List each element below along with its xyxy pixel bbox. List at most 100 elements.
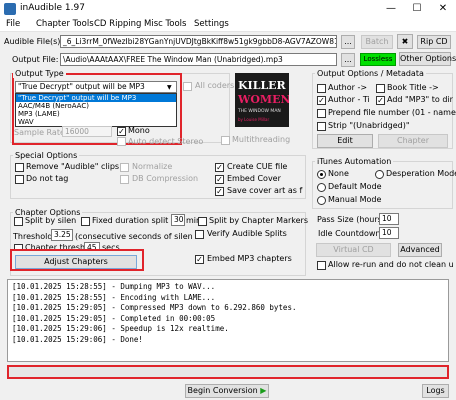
strip-label: Strip "(Unabridged)" xyxy=(328,121,410,130)
threshold-input[interactable]: 3.25 xyxy=(51,229,73,241)
lossless-badge[interactable]: Lossless xyxy=(360,53,396,66)
all-coders-checkbox[interactable] xyxy=(183,82,192,91)
rip-cd-button[interactable]: Rip CD xyxy=(417,35,451,49)
allow-rerun-checkbox[interactable] xyxy=(317,261,326,270)
title-bar: inAudible 1.97 — ☐ ✕ xyxy=(0,0,456,18)
window-title: inAudible 1.97 xyxy=(20,3,85,13)
add-mp3-checkbox[interactable]: ✓ xyxy=(376,96,385,105)
author-title-label: Author - Ti xyxy=(328,95,370,104)
begin-conversion-label: Begin Conversion xyxy=(187,386,258,395)
sample-rate-label: Sample Rate xyxy=(14,128,65,137)
idle-countdown-input[interactable]: 10 xyxy=(379,227,399,239)
default-mode-label: Default Mode xyxy=(328,182,382,191)
no-tag-label: Do not tag xyxy=(26,174,69,183)
pass-size-input[interactable]: 10 xyxy=(379,213,399,225)
db-compression-checkbox[interactable] xyxy=(120,175,129,184)
split-markers-checkbox[interactable] xyxy=(198,217,207,226)
itunes-none-radio[interactable] xyxy=(317,170,326,179)
normalize-checkbox[interactable] xyxy=(120,163,129,172)
chapter-button[interactable]: Chapter xyxy=(378,134,448,148)
other-options-button[interactable]: Other Options xyxy=(399,52,456,66)
threshold-label: Threshold xyxy=(13,232,53,241)
multithreading-checkbox[interactable] xyxy=(221,136,230,145)
special-options-title: Special Options xyxy=(13,151,80,160)
log-line: [10.01.2025 15:28:55] - Dumping MP3 to W… xyxy=(12,282,216,291)
option-wav[interactable]: WAV xyxy=(16,118,176,126)
manual-mode-radio[interactable] xyxy=(317,196,326,205)
advanced-button[interactable]: Advanced xyxy=(398,243,442,257)
mono-checkbox[interactable]: ✓ xyxy=(117,127,126,136)
auto-detect-checkbox[interactable] xyxy=(117,137,126,146)
chevron-down-icon[interactable]: ▼ xyxy=(167,84,172,91)
db-compression-label: DB Compression xyxy=(132,174,199,183)
output-type-select[interactable]: "True Decrypt" output will be MP3 xyxy=(15,81,177,93)
menu-misc-tools[interactable]: Misc Tools xyxy=(144,19,186,29)
fixed-split-label: Fixed duration split xyxy=(92,216,169,225)
fixed-split-checkbox[interactable] xyxy=(81,217,90,226)
embed-cover-checkbox[interactable]: ✓ xyxy=(215,175,224,184)
book-title-checkbox[interactable] xyxy=(376,84,385,93)
batch-button[interactable]: Batch xyxy=(361,35,393,49)
maximize-icon[interactable]: ☐ xyxy=(404,0,430,18)
menu-chapter-tools[interactable]: Chapter Tools xyxy=(36,19,94,29)
output-type-dropdown: "True Decrypt" output will be MP3 AAC/M4… xyxy=(15,93,177,127)
option-aac[interactable]: AAC/M4B (NeroAAC) xyxy=(16,102,176,110)
output-type-title: Output Type xyxy=(13,69,66,78)
author-checkbox[interactable] xyxy=(317,84,326,93)
menu-file[interactable]: File xyxy=(6,19,20,29)
author-title-checkbox[interactable]: ✓ xyxy=(317,96,326,105)
no-tag-checkbox[interactable] xyxy=(15,175,24,184)
all-coders-label: All coders xyxy=(195,81,235,90)
strip-checkbox[interactable] xyxy=(317,122,326,131)
desperation-label: Desperation Mode xyxy=(386,169,456,178)
option-mp3[interactable]: MP3 (LAME) xyxy=(16,110,176,118)
log-line: [10.01.2025 15:29:05] - Completed in 00:… xyxy=(12,313,216,323)
allow-rerun-label: Allow re-run and do not clean u xyxy=(328,260,454,269)
split-silence-label: Split by silen xyxy=(25,216,77,225)
minimize-icon[interactable]: — xyxy=(378,0,404,18)
multithreading-label: Multithreading xyxy=(232,135,291,144)
default-mode-radio[interactable] xyxy=(317,183,326,192)
logs-button[interactable]: Logs xyxy=(422,384,449,398)
close-icon[interactable]: ✕ xyxy=(430,0,456,18)
log-output[interactable]: [10.01.2025 15:28:55] - Dumping MP3 to W… xyxy=(7,279,449,362)
menu-settings[interactable]: Settings xyxy=(194,19,229,29)
itunes-title: iTunes Automation xyxy=(315,157,394,166)
begin-conversion-button[interactable]: Begin Conversion ▶ xyxy=(185,384,269,398)
embed-mp3-chapters-checkbox[interactable]: ✓ xyxy=(195,255,204,264)
remove-clips-checkbox[interactable] xyxy=(15,163,24,172)
log-line: [10.01.2025 15:29:06] - Done! xyxy=(12,334,143,344)
virtual-cd-button[interactable]: Virtual CD xyxy=(316,243,391,257)
desperation-radio[interactable] xyxy=(375,170,384,179)
audible-file-input[interactable]: _6_Li3rrM_0fWezIbi28YGanYnjUVDJtgBkKiff8… xyxy=(60,35,337,48)
play-icon: ▶ xyxy=(260,386,267,395)
embed-cover-label: Embed Cover xyxy=(227,174,281,183)
audible-browse-button[interactable]: ... xyxy=(341,35,355,49)
split-markers-label: Split by Chapter Markers xyxy=(209,216,308,225)
create-cue-checkbox[interactable]: ✓ xyxy=(215,163,224,172)
mono-label: Mono xyxy=(128,126,150,135)
tools-icon[interactable]: ✖ xyxy=(397,34,413,49)
fixed-duration-input[interactable]: 30 xyxy=(171,214,185,226)
audible-file-label: Audible File(s) xyxy=(4,37,61,46)
embed-mp3-chapters-label: Embed MP3 chapters xyxy=(207,254,292,263)
output-file-label: Output File: xyxy=(12,55,59,64)
cover-art: KILLER WOMEN THE WINDOW MAN by Louise Mi… xyxy=(235,73,289,127)
sample-rate-select[interactable]: 16000 xyxy=(62,126,112,137)
prepend-label: Prepend file number (01 - name) xyxy=(328,108,456,117)
menu-cd-ripping[interactable]: CD Ripping xyxy=(94,19,141,29)
app-icon xyxy=(4,3,16,15)
itunes-none-label: None xyxy=(328,169,349,178)
save-cover-checkbox[interactable]: ✓ xyxy=(215,187,224,196)
split-silence-checkbox[interactable] xyxy=(14,217,23,226)
verify-splits-checkbox[interactable] xyxy=(195,230,204,239)
save-cover-label: Save cover art as f xyxy=(227,186,303,195)
metadata-title: Output Options / Metadata xyxy=(315,69,426,78)
prepend-checkbox[interactable] xyxy=(317,109,326,118)
remove-clips-label: Remove "Audible" clips xyxy=(26,162,120,171)
output-file-input[interactable]: \Audio\AAAtAAX\FREE The Window Man (Unab… xyxy=(60,53,337,66)
output-browse-button[interactable]: ... xyxy=(341,53,355,67)
option-true-decrypt[interactable]: "True Decrypt" output will be MP3 xyxy=(16,94,176,102)
edit-button[interactable]: Edit xyxy=(317,134,373,148)
log-line: [10.01.2025 15:28:55] - Encoding with LA… xyxy=(12,292,216,302)
